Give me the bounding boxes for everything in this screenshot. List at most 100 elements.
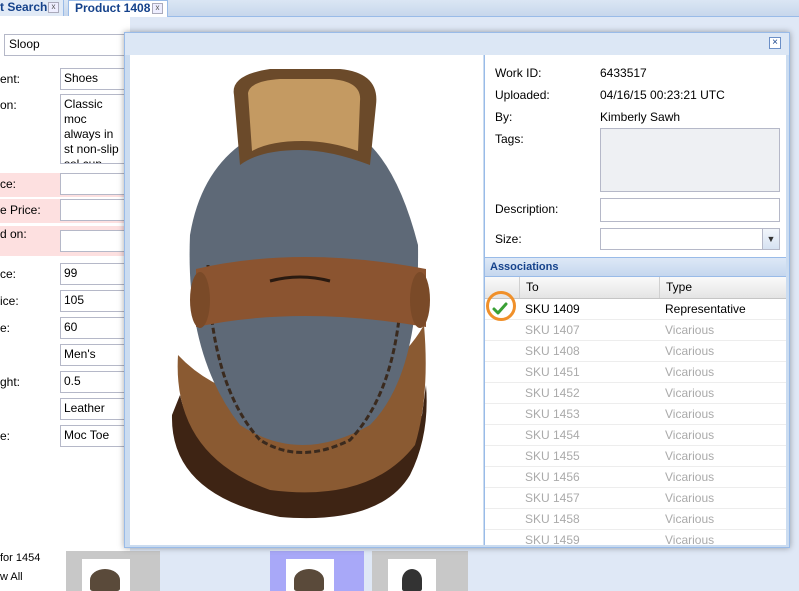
form-label: ice: [0, 294, 19, 308]
image-thumbnail-selected[interactable] [270, 551, 364, 591]
by-label: By: [495, 110, 513, 124]
assoc-type: Representative [665, 302, 746, 316]
assoc-type: Vicarious [665, 491, 715, 505]
check-cell[interactable] [485, 446, 519, 466]
assoc-to: SKU 1451 [525, 365, 580, 379]
form-row-required: ce: [0, 173, 130, 197]
assoc-to: SKU 1456 [525, 470, 580, 484]
check-cell[interactable] [485, 488, 519, 508]
tags-label: Tags: [495, 132, 524, 146]
check-cell[interactable] [485, 530, 519, 545]
tab-search[interactable]: t Search x [0, 0, 64, 16]
check-cell[interactable] [485, 383, 519, 403]
check-cell[interactable] [485, 341, 519, 361]
check-cell[interactable] [485, 509, 519, 529]
assoc-to: SKU 1459 [525, 533, 580, 545]
check-cell[interactable] [485, 467, 519, 487]
form-label: e: [0, 429, 11, 443]
highlight-ring [486, 291, 516, 321]
check-cell[interactable] [485, 404, 519, 424]
image-thumbnail[interactable] [372, 551, 468, 591]
image-thumbnail[interactable] [66, 551, 160, 591]
check-cell[interactable] [485, 362, 519, 382]
table-row[interactable]: SKU 1455 Vicarious [485, 446, 786, 467]
chevron-down-icon[interactable]: ▼ [762, 229, 779, 249]
form-row: Men's [0, 344, 130, 368]
table-row[interactable]: SKU 1452 Vicarious [485, 383, 786, 404]
size-field[interactable]: 60 [60, 317, 130, 339]
form-row: e: 60 [0, 317, 130, 341]
thumbnail-image [286, 559, 334, 591]
images-for-label: for 1454 [0, 552, 41, 564]
view-all-link[interactable]: w All [0, 571, 23, 583]
assoc-type: Vicarious [665, 533, 715, 545]
table-row[interactable]: SKU 1451 Vicarious [485, 362, 786, 383]
assoc-type: Vicarious [665, 512, 715, 526]
cost-field[interactable]: 99 [60, 263, 130, 285]
assoc-type: Vicarious [665, 428, 715, 442]
lace-right [410, 272, 430, 328]
assoc-type: Vicarious [665, 386, 715, 400]
thumbnail-image [388, 559, 436, 591]
gender-field[interactable]: Men's [60, 344, 130, 366]
tab-product[interactable]: Product 1408 x [68, 0, 168, 17]
sale-price-field[interactable] [60, 199, 130, 221]
close-icon[interactable]: × [769, 37, 781, 49]
list-price-field[interactable]: 105 [60, 290, 130, 312]
size-combo[interactable]: ▼ [600, 228, 780, 250]
required-field[interactable] [60, 230, 130, 252]
tags-field[interactable] [600, 128, 780, 192]
assoc-to: SKU 1453 [525, 407, 580, 421]
assoc-type: Vicarious [665, 365, 715, 379]
image-info-pane: Work ID: 6433517 Uploaded: 04/16/15 00:2… [484, 55, 786, 545]
table-row[interactable]: SKU 1409 Representative [485, 299, 786, 320]
form-label: ce: [0, 177, 17, 191]
form-label: e: [0, 321, 11, 335]
table-row[interactable]: SKU 1456 Vicarious [485, 467, 786, 488]
grid-column-to[interactable]: To [519, 277, 659, 298]
assoc-to: SKU 1457 [525, 491, 580, 505]
table-row[interactable]: SKU 1457 Vicarious [485, 488, 786, 509]
uploaded-value: 04/16/15 00:23:21 UTC [600, 88, 725, 102]
by-value: Kimberly Sawh [600, 110, 681, 124]
table-row[interactable]: SKU 1408 Vicarious [485, 341, 786, 362]
description-label: Description: [495, 202, 559, 216]
style-field[interactable]: Moc Toe [60, 425, 130, 447]
form-label: on: [0, 98, 17, 112]
lace-left [190, 272, 210, 328]
shoe-thumbnail-icon [90, 569, 120, 591]
assoc-to: SKU 1454 [525, 428, 580, 442]
assoc-type: Vicarious [665, 344, 715, 358]
assoc-type: Vicarious [665, 470, 715, 484]
table-row[interactable]: SKU 1453 Vicarious [485, 404, 786, 425]
assoc-to: SKU 1452 [525, 386, 580, 400]
grid-column-type[interactable]: Type [659, 277, 786, 298]
work-id-value: 6433517 [600, 66, 647, 80]
check-cell[interactable] [485, 425, 519, 445]
weight-field[interactable]: 0.5 [60, 371, 130, 393]
form-row: ght: 0.5 [0, 371, 130, 395]
table-row[interactable]: SKU 1454 Vicarious [485, 425, 786, 446]
form-label: ce: [0, 267, 17, 281]
description-field[interactable]: Classic moc always in st non-slip sol cu… [60, 94, 130, 164]
table-row[interactable]: SKU 1458 Vicarious [485, 509, 786, 530]
assoc-type: Vicarious [665, 449, 715, 463]
image-detail-window: × Work ID: 6433517 Uploaded: 04/16/15 00… [124, 32, 790, 548]
form-row: ice: 105 [0, 290, 130, 314]
table-row[interactable]: SKU 1459 Vicarious [485, 530, 786, 545]
table-row[interactable]: SKU 1407 Vicarious [485, 320, 786, 341]
assoc-to: SKU 1409 [525, 302, 580, 316]
form-row: Leather [0, 398, 130, 422]
material-field[interactable]: Leather [60, 398, 130, 420]
price-field[interactable] [60, 173, 130, 195]
department-field[interactable]: Shoes [60, 68, 130, 90]
description-field[interactable] [600, 198, 780, 222]
tab-close-icon[interactable]: x [48, 2, 59, 13]
tab-close-icon[interactable]: x [152, 3, 163, 14]
form-row: ce: 99 [0, 263, 130, 287]
form-label: d on: [0, 227, 27, 241]
check-cell[interactable] [485, 320, 519, 340]
shoe-thumbnail-icon [294, 569, 324, 591]
product-name-field[interactable]: Sloop [4, 34, 130, 56]
shoe-image [171, 69, 430, 519]
